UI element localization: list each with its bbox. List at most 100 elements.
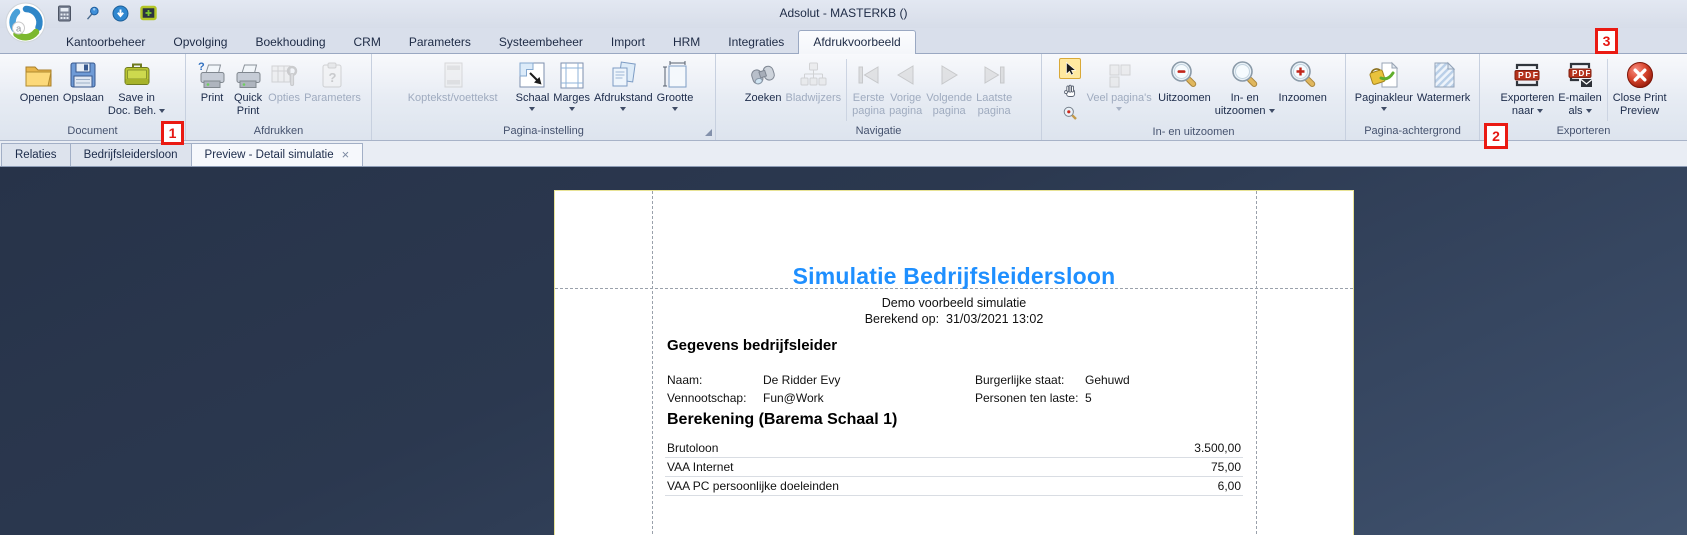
print-button[interactable]: ? Print xyxy=(194,56,230,106)
marges-button[interactable]: Marges xyxy=(551,56,592,112)
schaal-label: Schaal xyxy=(515,92,550,104)
volgende-pagina-button: Volgende pagina xyxy=(924,56,974,118)
volgende-label-1: Volgende xyxy=(926,92,973,104)
exporteren-naar-label-1: Exporteren xyxy=(1500,92,1555,104)
tab-relaties-label: Relaties xyxy=(15,149,57,161)
group-document: Openen Opslaan Save in Doc. Beh. Documen… xyxy=(0,54,186,140)
tab-systeembeheer[interactable]: Systeembeheer xyxy=(485,31,597,53)
afdrukstand-button[interactable]: Afdrukstand xyxy=(592,56,655,112)
afdrukstand-label: Afdrukstand xyxy=(593,92,653,104)
quick-print-icon xyxy=(236,64,261,88)
naam-value: De Ridder Evy xyxy=(763,373,841,387)
row-value: 3.500,00 xyxy=(1194,441,1241,455)
titlebar: a Adsolut - MASTERKB () xyxy=(0,0,1687,43)
header-footer-icon xyxy=(444,62,463,88)
margin-guide-right xyxy=(1256,191,1257,535)
zoeken-button[interactable]: Zoeken xyxy=(743,56,784,106)
tab-relaties[interactable]: Relaties xyxy=(1,143,71,166)
vorige-pagina-button: Vorige pagina xyxy=(887,56,924,118)
tab-preview-label: Preview - Detail simulatie xyxy=(204,149,334,161)
document-tab-strip: Relaties Bedrijfsleidersloon Preview - D… xyxy=(0,141,1687,167)
uitzoomen-button[interactable]: Uitzoomen xyxy=(1156,56,1213,106)
close-tab-icon[interactable]: × xyxy=(342,148,350,161)
save-in-doc-beh-button[interactable]: Save in Doc. Beh. xyxy=(106,56,167,118)
berekening-table: Brutoloon 3.500,00 VAA Internet 75,00 VA… xyxy=(665,439,1243,496)
section-berekening-heading: Berekening (Barema Schaal 1) xyxy=(667,411,898,428)
tab-kantoorbeheer[interactable]: Kantoorbeheer xyxy=(52,31,159,53)
tab-opvolging[interactable]: Opvolging xyxy=(159,31,241,53)
eerste-label-1: Eerste xyxy=(852,92,885,104)
row-label: Brutoloon xyxy=(667,441,719,455)
eerste-pagina-button: Eerste pagina xyxy=(850,56,887,118)
dropdown-caret-icon xyxy=(1380,106,1387,111)
volgende-label-2: pagina xyxy=(932,104,966,117)
bladwijzers-label: Bladwijzers xyxy=(785,92,842,104)
select-pointer-button[interactable] xyxy=(1059,58,1082,79)
bladwijzers-button: Bladwijzers xyxy=(783,56,843,106)
close-red-icon xyxy=(1626,62,1653,88)
schaal-button[interactable]: Schaal xyxy=(514,56,552,112)
eerste-label-2: pagina xyxy=(852,104,886,117)
burgerlijke-staat-label: Burgerlijke staat: xyxy=(975,373,1065,387)
tab-parameters[interactable]: Parameters xyxy=(395,31,485,53)
quick-print-button[interactable]: Quick Print xyxy=(230,56,266,118)
in-en-uitzoomen-label-1: In- en xyxy=(1230,92,1259,104)
tab-import[interactable]: Import xyxy=(597,31,659,53)
watermerk-button[interactable]: Watermerk xyxy=(1415,56,1472,106)
print-icon: ? xyxy=(198,61,225,88)
hand-icon xyxy=(1064,84,1076,97)
table-row: VAA PC persoonlijke doeleinden 6,00 xyxy=(665,477,1243,496)
tab-integraties[interactable]: Integraties xyxy=(714,31,798,53)
group-label-pagina-achtergrond: Pagina-achtergrond xyxy=(1364,125,1461,137)
inzoomen-button[interactable]: Inzoomen xyxy=(1277,56,1329,106)
tab-preview-detail-simulatie[interactable]: Preview - Detail simulatie × xyxy=(190,143,364,166)
adsolut-logo-icon[interactable]: a xyxy=(5,2,46,43)
tab-afdrukvoorbeeld[interactable]: Afdrukvoorbeeld xyxy=(798,30,916,54)
grootte-button[interactable]: Grootte xyxy=(655,56,696,112)
dropdown-caret-icon xyxy=(529,106,536,111)
group-label-afdrukken: Afdrukken xyxy=(253,125,304,137)
separator xyxy=(846,59,848,121)
emailen-als-label-1: E-mailen xyxy=(1558,92,1602,104)
exporteren-naar-button[interactable]: PDF Exporteren naar xyxy=(1498,56,1556,118)
hand-tool-button[interactable] xyxy=(1059,80,1081,101)
save-in-doc-label-2: Doc. Beh. xyxy=(107,104,157,117)
dropdown-caret-icon xyxy=(1116,106,1123,111)
zoom-in-icon xyxy=(1289,61,1315,87)
in-en-uitzoomen-button[interactable]: In- en uitzoomen xyxy=(1213,56,1277,118)
email-pdf-icon: PDF xyxy=(1568,62,1593,87)
ribbon-tab-bar: Kantoorbeheer Opvolging Boekhouding CRM … xyxy=(0,28,1687,54)
dialog-launcher-icon[interactable] xyxy=(705,129,712,136)
tab-bedrijfsleidersloon[interactable]: Bedrijfsleidersloon xyxy=(69,143,192,166)
scale-icon xyxy=(519,62,545,88)
group-exporteren: PDF Exporteren naar PDF E-mailen als Clo… xyxy=(1480,54,1687,140)
zoom-region-button[interactable] xyxy=(1059,102,1081,123)
dropdown-caret-icon xyxy=(620,106,627,111)
document-calculated-on: Berekend op: 31/03/2021 13:02 xyxy=(864,312,1044,326)
row-label: VAA PC persoonlijke doeleinden xyxy=(667,479,839,493)
personen-ten-laste-label: Personen ten laste: xyxy=(975,391,1079,405)
tab-boekhouding[interactable]: Boekhouding xyxy=(241,31,339,53)
tab-crm[interactable]: CRM xyxy=(340,31,395,53)
paginakleur-label: Paginakleur xyxy=(1354,92,1413,104)
naam-label: Naam: xyxy=(667,373,703,387)
close-print-preview-button[interactable]: Close Print Preview xyxy=(1611,56,1669,118)
in-en-uitzoomen-label-2: uitzoomen xyxy=(1214,104,1266,117)
paginakleur-button[interactable]: Paginakleur xyxy=(1353,56,1415,112)
table-row: Brutoloon 3.500,00 xyxy=(665,439,1243,458)
laatste-label-1: Laatste xyxy=(976,92,1013,104)
emailen-als-button[interactable]: PDF E-mailen als xyxy=(1556,56,1603,118)
parameters-button: ? Parameters xyxy=(302,56,363,106)
opslaan-button[interactable]: Opslaan xyxy=(61,56,106,106)
previous-page-icon xyxy=(896,65,914,85)
dropdown-caret-icon xyxy=(1585,108,1592,113)
document-subtitle: Demo voorbeeld simulatie xyxy=(881,296,1027,310)
pdf-glyph: PDF xyxy=(1572,69,1592,78)
watermerk-label: Watermerk xyxy=(1416,92,1471,104)
openen-button[interactable]: Openen xyxy=(18,56,61,106)
veel-paginas-button: Veel pagina's xyxy=(1082,56,1156,112)
tab-hrm[interactable]: HRM xyxy=(659,31,714,53)
row-value: 75,00 xyxy=(1210,460,1241,474)
opties-button: Opties xyxy=(266,56,302,106)
tab-bedrijfsleidersloon-label: Bedrijfsleidersloon xyxy=(83,149,178,161)
